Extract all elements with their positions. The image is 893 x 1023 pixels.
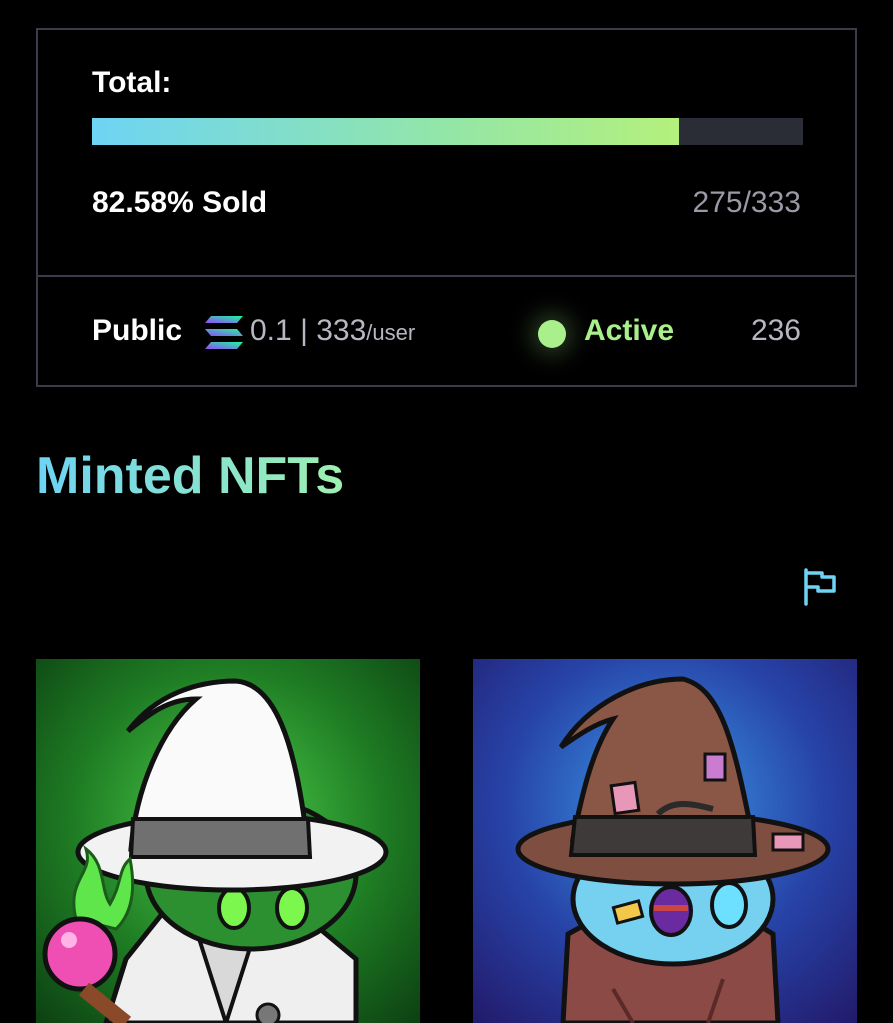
total-section: Total: 82.58% Sold 275/333 (38, 30, 855, 277)
price-separator: | (300, 314, 308, 347)
per-user-limit: 333 (316, 314, 367, 347)
phase-count: 236 (750, 314, 801, 347)
white-wizard-illustration (42, 678, 389, 1023)
flag-icon[interactable] (800, 566, 840, 606)
status-label: Active (584, 314, 675, 347)
phase-row-public[interactable]: Public 0.1 | 333/user Active 236 (38, 279, 855, 387)
price-value: 0.1 (250, 314, 292, 347)
brown-wizard-illustration (515, 676, 831, 1023)
progress-bar (92, 118, 803, 145)
brown-wizard-nft-image[interactable] (473, 659, 857, 1023)
sold-count: 275/333 (692, 186, 801, 219)
section-title: Minted NFTs (36, 447, 345, 505)
solana-icon (205, 316, 243, 349)
sold-percentage: 82.58% Sold (92, 186, 268, 219)
total-label: Total: (92, 66, 172, 99)
mint-progress-card: Total: 82.58% Sold 275/333 Public 0.1 | … (36, 28, 857, 387)
phase-name: Public (92, 314, 183, 347)
phase-price: 0.1 | 333/user (250, 314, 415, 348)
progress-fill (92, 118, 680, 145)
status-indicator-dot (538, 320, 566, 348)
white-wizard-nft-image[interactable] (36, 659, 420, 1023)
per-user-unit: /user (366, 320, 416, 345)
